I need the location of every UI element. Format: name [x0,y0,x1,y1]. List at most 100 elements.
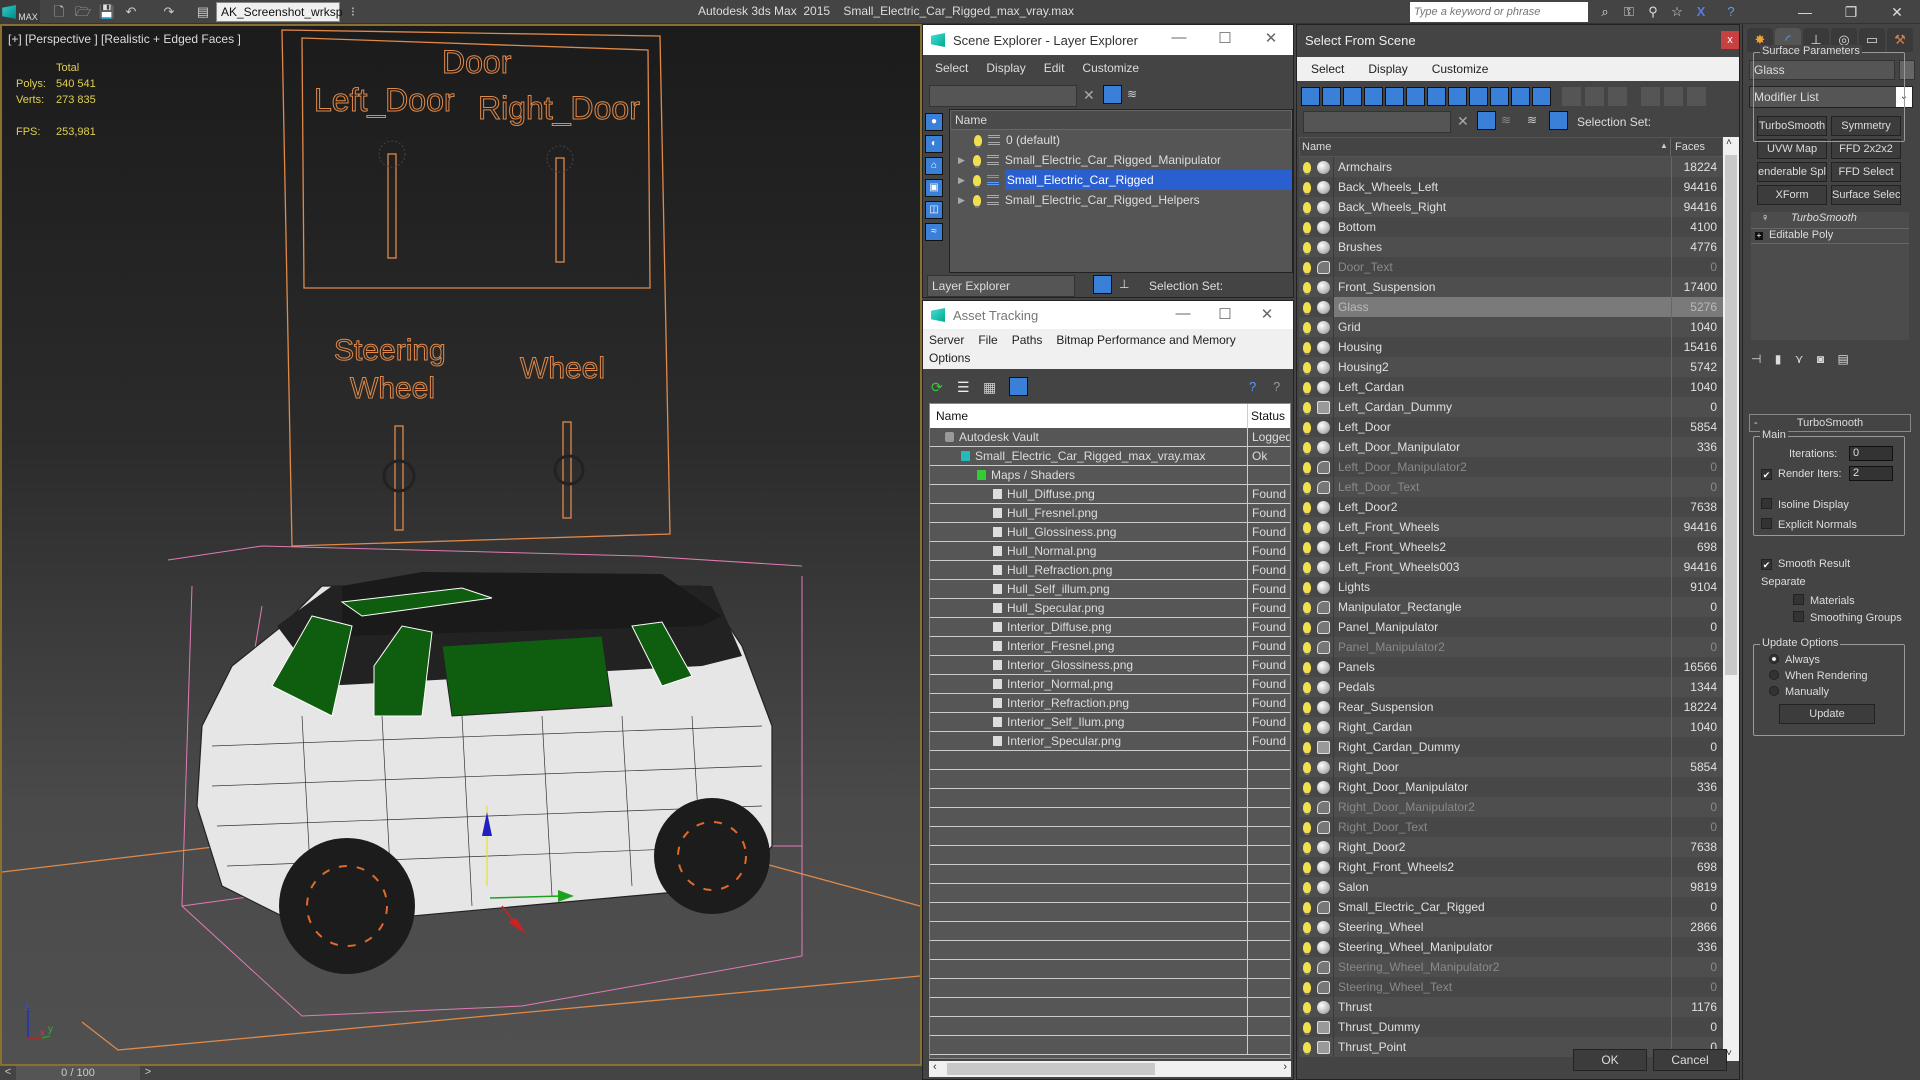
xrefs-filter-icon[interactable] [1448,87,1467,106]
menu-file[interactable]: File [978,333,997,347]
visibility-bulb-icon[interactable] [1303,821,1311,833]
asset-row[interactable]: Hull_Refraction.png Found [930,561,1290,580]
asset-row[interactable]: Hull_Diffuse.png Found [930,485,1290,504]
object-row[interactable]: Right_Cardan 1040 [1299,717,1723,737]
visibility-bulb-icon[interactable] [1303,801,1311,813]
visibility-bulb-icon[interactable] [1303,261,1311,273]
menu-display[interactable]: Display [986,61,1025,75]
object-row[interactable]: Rear_Suspension 18224 [1299,697,1723,717]
refresh-icon[interactable]: ⟳ [931,379,943,396]
asset-row[interactable]: Hull_Normal.png Found [930,542,1290,561]
menu-bitmap-performance[interactable]: Bitmap Performance and Memory [1056,333,1235,347]
visibility-bulb-icon[interactable] [1303,421,1311,433]
frozen-filter-icon[interactable] [1511,87,1530,106]
search-input[interactable] [1410,2,1588,22]
remove-modifier-icon[interactable]: ◙ [1817,352,1824,366]
update-when-rendering-radio[interactable] [1769,670,1779,680]
expand-arrow-icon[interactable]: ▶ [958,175,965,186]
next-frame-button[interactable]: > [140,1066,156,1080]
object-row[interactable]: Housing 15416 [1299,337,1723,357]
menu-display[interactable]: Display [1368,62,1407,76]
workspace-dropdown[interactable]: AK_Screenshot_wrksp [216,2,342,22]
smooth-result-checkbox[interactable]: ✔ [1761,559,1772,570]
ffd-2x2x2-button[interactable]: FFD 2x2x2 [1831,139,1901,159]
renderable-spline-button[interactable]: enderable Splin [1757,162,1827,182]
object-row[interactable]: Back_Wheels_Right 94416 [1299,197,1723,217]
lights-filter-icon[interactable] [1343,87,1362,106]
render-iters-spinner[interactable]: 2 [1849,466,1893,482]
restore-button[interactable]: ❐ [1828,0,1874,24]
asset-row[interactable]: Interior_Normal.png Found [930,675,1290,694]
select-search-input[interactable] [1303,111,1451,133]
hierarchy-view-icon[interactable] [1549,111,1568,130]
help-icon[interactable]: ? [1722,3,1740,21]
scene-explorer-search[interactable] [929,85,1077,107]
hierarchy-icon[interactable]: ⊥ [1119,277,1129,291]
visibility-bulb-icon[interactable] [1303,621,1311,633]
geometry-filter-icon[interactable]: ● [925,113,943,131]
scene-explorer-titlebar[interactable]: Scene Explorer - Layer Explorer — ☐ ✕ [923,25,1293,55]
visibility-bulb-icon[interactable] [1303,521,1311,533]
clear-search-icon[interactable]: ✕ [1457,113,1469,130]
visibility-bulb-icon[interactable] [972,194,981,206]
visibility-bulb-icon[interactable] [1303,901,1311,913]
configure-sets-icon[interactable]: ▤ [1837,352,1848,366]
surface-select-button[interactable]: Surface Select [1831,185,1901,205]
menu-select[interactable]: Select [1311,62,1344,76]
menu-customize[interactable]: Customize [1082,61,1139,75]
visibility-bulb-icon[interactable] [1303,401,1311,413]
visibility-bulb-icon[interactable] [1303,181,1311,193]
object-row[interactable]: Left_Front_Wheels003 94416 [1299,557,1723,577]
filter-funnel-icon[interactable] [1640,87,1660,106]
visibility-bulb-icon[interactable] [1303,601,1311,613]
columns-icon[interactable] [1686,87,1706,106]
object-row[interactable]: Pedals 1344 [1299,677,1723,697]
object-row[interactable]: Steering_Wheel_Manipulator2 0 [1299,957,1723,977]
visibility-bulb-icon[interactable] [1303,581,1311,593]
asset-row[interactable]: Interior_Specular.png Found [930,732,1290,751]
containers-filter-icon[interactable] [1490,87,1509,106]
object-row[interactable]: Steering_Wheel_Text 0 [1299,977,1723,997]
asset-row[interactable]: Interior_Fresnel.png Found [930,637,1290,656]
prev-frame-button[interactable]: < [0,1066,16,1080]
visibility-bulb-icon[interactable] [972,154,981,166]
expand-arrow-icon[interactable]: ▶ [958,155,965,166]
horizontal-scrollbar[interactable]: ‹ › [929,1061,1291,1077]
object-row[interactable]: Small_Electric_Car_Rigged 0 [1299,897,1723,917]
utilities-tab-icon[interactable]: ⚒ [1887,28,1913,52]
update-always-radio[interactable] [1769,654,1779,664]
list-view-icon[interactable]: ☰ [957,379,970,396]
filter-toggle-icon[interactable] [1477,111,1496,130]
visibility-bulb-icon[interactable] [1303,361,1311,373]
perspective-viewport[interactable]: [+] [Perspective ] [Realistic + Edged Fa… [0,24,922,1066]
layer-view-icon[interactable]: ≋ [1527,113,1537,127]
scroll-right-icon[interactable]: › [1283,1061,1287,1073]
satellite-icon[interactable]: ⚲ [1644,3,1662,21]
col-name-header[interactable]: Name [930,404,1248,428]
visibility-bulb-icon[interactable] [1303,161,1311,173]
scrollbar-thumb[interactable] [947,1063,1155,1075]
geometry-filter-icon[interactable] [1301,87,1320,106]
asset-row[interactable]: Interior_Self_Ilum.png Found [930,713,1290,732]
visibility-bulb-icon[interactable] [1303,301,1311,313]
vault-logout-icon[interactable]: ? [1273,379,1280,394]
cameras-filter-icon[interactable]: ▣ [925,179,943,197]
expand-arrow-icon[interactable]: ▶ [958,195,965,206]
shapes-filter-icon[interactable] [1322,87,1341,106]
object-row[interactable]: Salon 9819 [1299,877,1723,897]
object-row[interactable]: Brushes 4776 [1299,237,1723,257]
visibility-bulb-icon[interactable] [1303,701,1311,713]
visibility-bulb-icon[interactable] [1303,861,1311,873]
new-file-icon[interactable]: 🗋 [50,3,68,21]
helpers-filter-icon[interactable] [1385,87,1404,106]
asset-row[interactable]: Interior_Diffuse.png Found [930,618,1290,637]
visibility-bulb-icon[interactable] [1303,661,1311,673]
save-icon[interactable]: 💾 [98,3,116,21]
shapes-filter-icon[interactable]: ◐ [925,135,943,153]
scroll-left-icon[interactable]: ‹ [933,1061,937,1073]
modifier-on-bulb-icon[interactable]: ♀ [1761,212,1769,224]
object-row[interactable]: Left_Door 5854 [1299,417,1723,437]
open-file-icon[interactable]: 🗁 [74,3,92,21]
close-button[interactable]: ✕ [1247,305,1287,323]
vault-login-icon[interactable]: ? [1249,379,1256,394]
